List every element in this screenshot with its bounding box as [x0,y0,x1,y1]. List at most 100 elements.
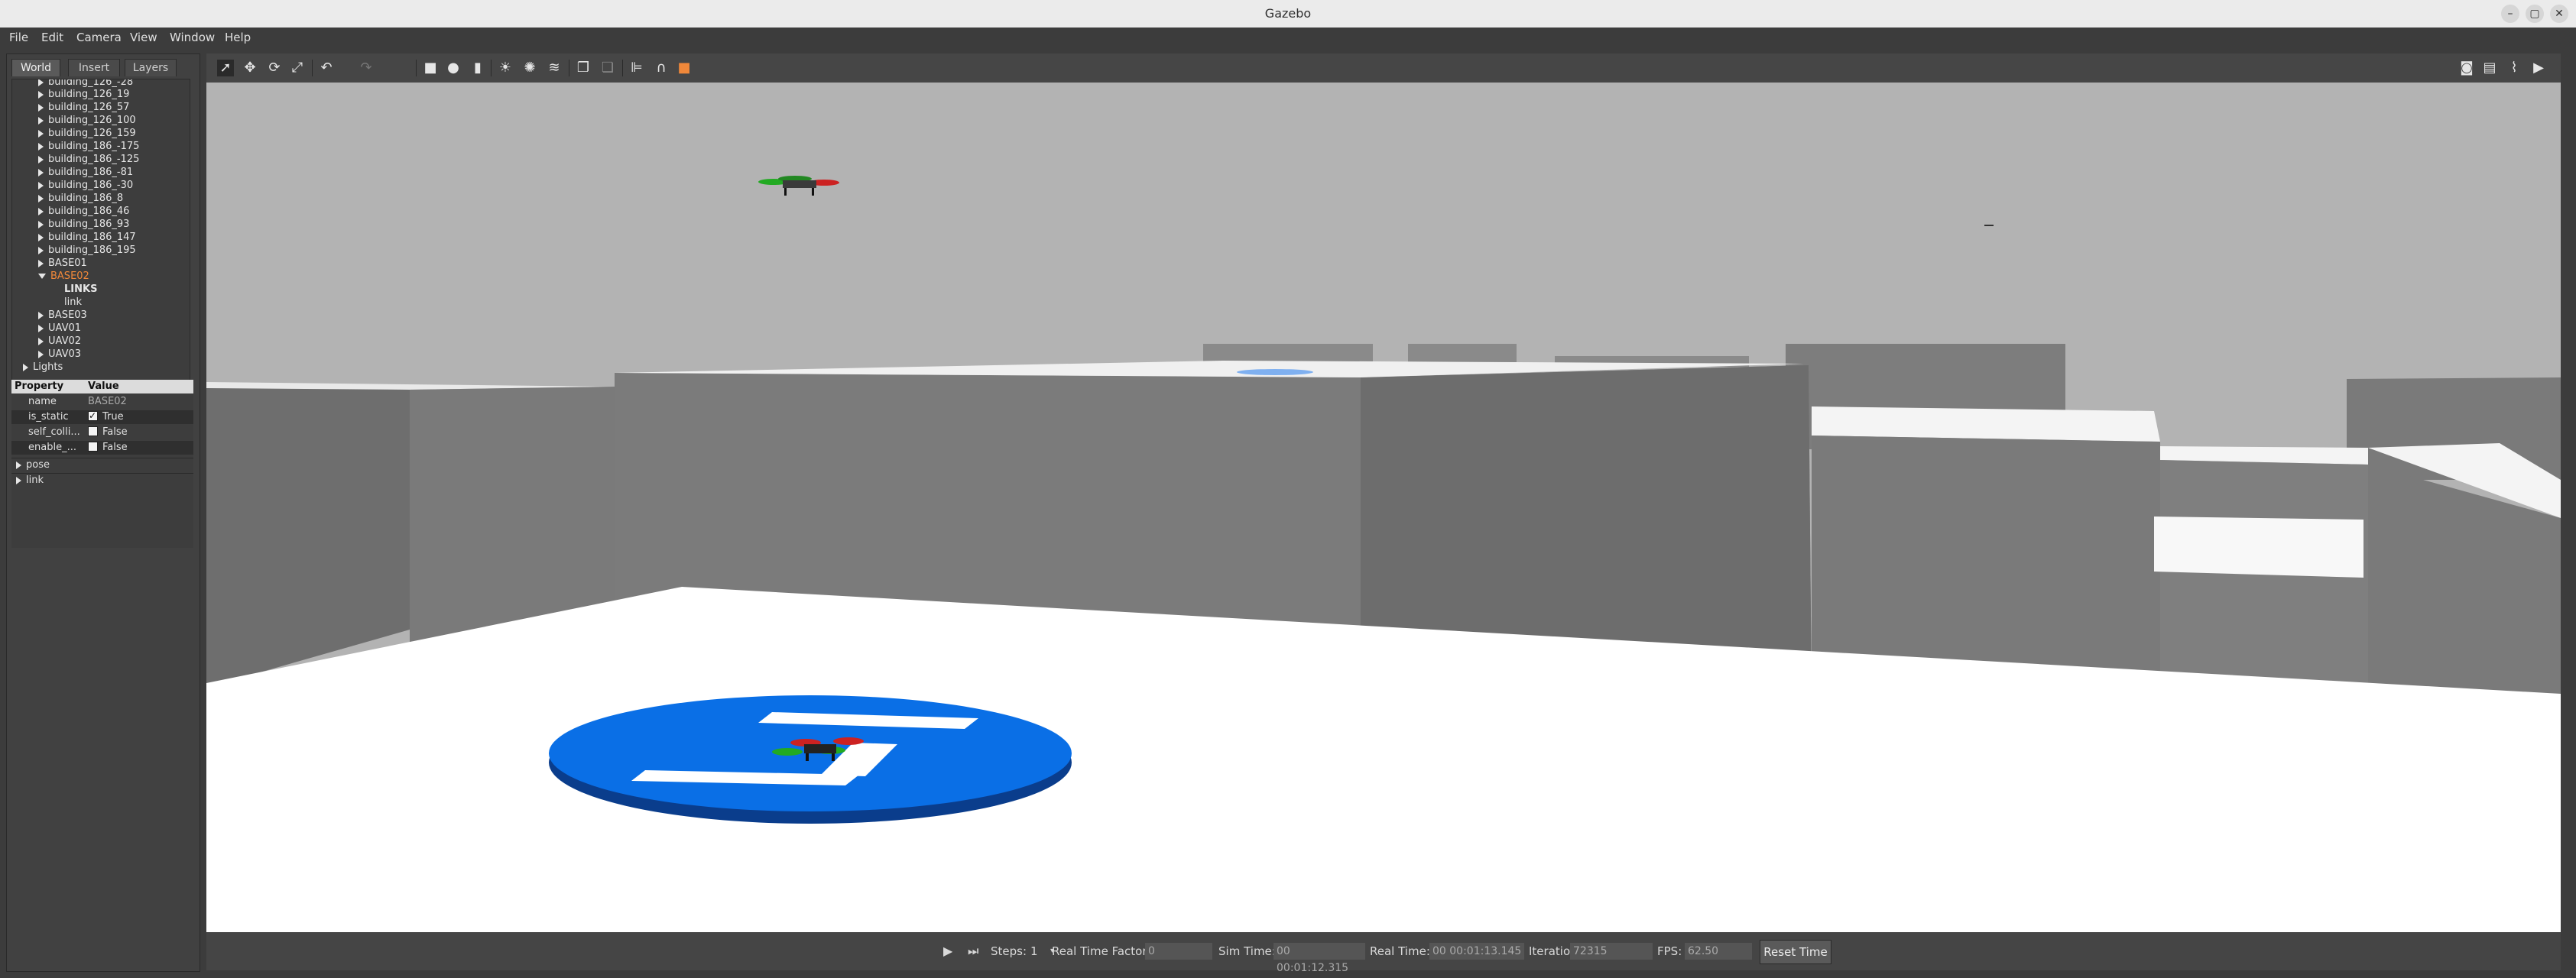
rotate-icon[interactable]: ⟳ [266,60,283,76]
expand-arrow-icon[interactable] [38,246,44,254]
main-toolbar: ➚ ✥ ⟳ ⤢ ↶ ↷ ■ ● ▮ ☀ ✺ ≋ ❐ ❏ ⊫ ∩ ■ ◙ ▤ ⌇ … [206,53,2561,83]
menu-window[interactable]: Window [170,28,215,47]
property-header: Property Value [11,380,193,393]
tree-item[interactable]: UAV03 [38,348,81,361]
redo-icon[interactable]: ↷ [358,60,375,76]
tree-item[interactable]: BASE03 [38,309,87,322]
expand-arrow-icon[interactable] [38,129,44,138]
tree-item[interactable]: building_186_46 [38,206,129,218]
expand-arrow-icon[interactable] [38,142,44,151]
tree-link-item[interactable]: link [64,296,82,309]
tree-item[interactable]: building_186_93 [38,219,129,231]
snap-icon[interactable]: ∩ [653,60,670,76]
copy-icon[interactable]: ❐ [575,60,592,76]
log-icon[interactable]: ▤ [2481,60,2498,76]
expand-arrow-icon[interactable] [38,220,44,228]
minimize-icon[interactable]: – [2501,5,2519,23]
is-static-checkbox[interactable] [88,409,98,423]
undo-icon[interactable]: ↶ [318,60,335,76]
tree-item[interactable]: building_186_8 [38,193,123,205]
expand-arrow-icon[interactable] [38,207,44,215]
tree-item[interactable]: building_126_19 [38,89,129,101]
sphere-icon[interactable]: ● [445,60,462,76]
tab-world[interactable]: World [11,59,60,76]
tree-item-selected[interactable]: BASE02 [38,270,89,283]
tree-item[interactable]: building_186_-30 [38,180,133,192]
expand-arrow-icon[interactable] [38,259,44,267]
tree-item[interactable]: building_186_-125 [38,154,139,166]
name-value-field[interactable]: BASE02 [88,395,127,409]
expand-arrow-icon[interactable] [23,363,28,371]
tree-item[interactable]: building_186_147 [38,232,136,244]
building-window-block [2154,517,2363,578]
maximize-icon[interactable]: ▢ [2526,5,2544,23]
tree-item[interactable]: UAV02 [38,335,81,348]
tree-item[interactable]: BASE01 [38,257,87,270]
select-icon[interactable]: ➚ [217,60,234,76]
tree-item[interactable]: building_126_159 [38,128,136,140]
panel-splitter[interactable] [200,47,205,970]
translate-icon[interactable]: ✥ [242,60,258,76]
rtf-label: Real Time Factor: [1052,944,1151,958]
reset-time-button[interactable]: Reset Time [1760,940,1831,964]
expand-arrow-icon[interactable] [38,116,44,125]
rtf-field: 0 [1145,943,1212,960]
tab-layers[interactable]: Layers [125,59,177,76]
screenshot-icon[interactable]: ◙ [2458,60,2475,76]
play-icon[interactable]: ▶ [943,944,952,959]
3d-viewport[interactable] [206,83,2561,932]
expand-arrow-icon[interactable] [38,324,44,332]
expand-arrow-icon[interactable] [38,233,44,241]
plot-icon[interactable]: ⌇ [2506,60,2522,76]
view-angle-icon[interactable]: ■ [676,60,693,76]
scale-icon[interactable]: ⤢ [289,60,306,76]
cylinder-icon[interactable]: ▮ [469,60,486,76]
world-tree[interactable]: building_126_-28 building_126_19 buildin… [11,79,190,384]
menu-edit[interactable]: Edit [41,28,63,47]
close-icon[interactable]: ✕ [2550,5,2568,23]
expand-arrow-icon[interactable] [38,90,44,99]
tree-item[interactable]: building_186_-175 [38,141,139,153]
directional-light-icon[interactable]: ≋ [546,60,563,76]
right-panel-handle[interactable] [2562,47,2576,970]
self-collide-checkbox[interactable] [88,426,98,436]
expand-arrow-icon[interactable] [38,311,44,319]
property-group-pose[interactable]: pose [11,458,193,472]
tree-item[interactable]: UAV01 [38,322,81,335]
tree-item[interactable]: building_126_-28 [38,79,133,89]
expand-arrow-icon[interactable] [16,476,21,484]
sim-time-label: Sim Time: [1218,944,1276,958]
step-icon[interactable]: ⏭ [968,944,978,959]
align-icon[interactable]: ⊫ [628,60,645,76]
enable-wind-checkbox[interactable] [88,442,98,452]
scene-render [206,83,2561,932]
tree-item[interactable]: building_126_57 [38,102,129,114]
spot-light-icon[interactable]: ✺ [521,60,538,76]
box-icon[interactable]: ■ [422,60,439,76]
tree-item[interactable]: building_126_100 [38,115,136,127]
menu-help[interactable]: Help [225,28,251,47]
tab-insert[interactable]: Insert [68,59,120,76]
paste-icon[interactable]: ❏ [599,60,616,76]
window-title: Gazebo [1264,6,1312,21]
tree-item[interactable]: building_186_-81 [38,167,133,179]
expand-arrow-icon[interactable] [38,350,44,358]
steps-spinner[interactable]: 1 [1030,944,1038,959]
menu-file[interactable]: File [9,28,28,47]
tree-lights[interactable]: Lights [23,361,63,374]
expand-arrow-icon[interactable] [38,103,44,112]
expand-arrow-icon[interactable] [38,168,44,176]
video-icon[interactable]: ▶ [2530,60,2547,76]
expand-arrow-icon[interactable] [38,79,44,86]
collapse-arrow-icon[interactable] [38,274,46,279]
point-light-icon[interactable]: ☀ [497,60,514,76]
expand-arrow-icon[interactable] [16,461,21,469]
menu-view[interactable]: View [130,28,157,47]
tree-item[interactable]: building_186_195 [38,244,136,257]
property-group-link[interactable]: link [11,473,193,487]
expand-arrow-icon[interactable] [38,181,44,189]
menu-camera[interactable]: Camera [76,28,122,47]
expand-arrow-icon[interactable] [38,194,44,202]
expand-arrow-icon[interactable] [38,337,44,345]
expand-arrow-icon[interactable] [38,155,44,164]
